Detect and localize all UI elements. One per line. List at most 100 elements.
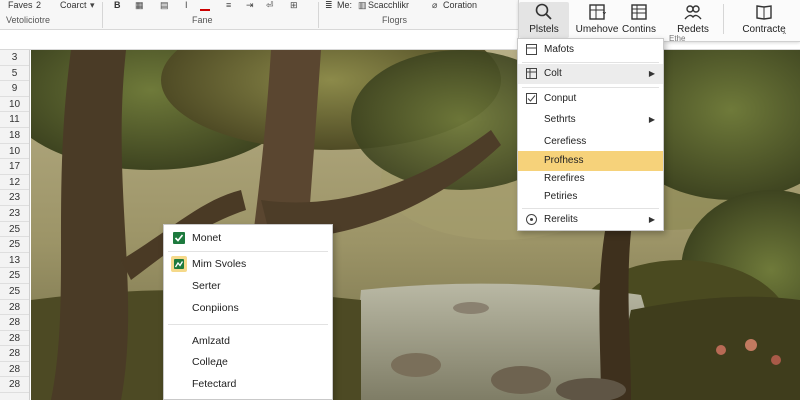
panel-separator	[723, 4, 724, 34]
book-icon	[756, 5, 772, 20]
menu-item-amlzatd[interactable]: Amlzatd	[164, 331, 332, 351]
row-number[interactable]: 3	[0, 50, 29, 66]
ribbon-separator	[102, 2, 103, 28]
button-label: Contins	[622, 24, 656, 35]
ribbon-coration-label[interactable]: Coration	[443, 0, 477, 10]
row-number[interactable]: 23	[0, 190, 29, 206]
row-number[interactable]: 28	[0, 346, 29, 362]
menu-separator	[168, 251, 328, 252]
ribbon-group-label: Fane	[192, 15, 213, 25]
menu-item-sethrts[interactable]: Sethrts ▶	[518, 110, 663, 130]
chart-green-icon	[171, 256, 187, 272]
menu-item-petiries[interactable]: Petiries	[518, 187, 663, 207]
menu-item-cerefiess[interactable]: Cerefiess	[518, 132, 663, 152]
table-grid-icon	[631, 4, 647, 20]
landscape-painting[interactable]	[31, 50, 800, 400]
contins-button[interactable]: Contins	[611, 2, 667, 35]
table-grid-icon	[526, 68, 537, 79]
row-number[interactable]: 28	[0, 300, 29, 316]
menu-item-label: Sethrts	[544, 114, 576, 125]
ribbon-format-label[interactable]: Coarct	[60, 0, 87, 10]
menu-item-monet[interactable]: Monet	[164, 228, 332, 248]
menu-separator	[522, 87, 659, 88]
row-number[interactable]: 10	[0, 144, 29, 160]
row-number[interactable]: 9	[0, 81, 29, 97]
menu-item-label: Rerefires	[544, 173, 585, 184]
row-number[interactable]: 28	[0, 331, 29, 347]
menu-item-mafots[interactable]: Mafots	[518, 40, 663, 60]
menu-item-colleде[interactable]: Colleде	[164, 352, 332, 372]
link-icon[interactable]: ⌀	[432, 0, 437, 11]
ribbon-font-label[interactable]: Faves	[8, 0, 33, 10]
menu-separator	[168, 324, 328, 325]
menu-item-label: Profhess	[544, 155, 584, 166]
row-number[interactable]: 25	[0, 268, 29, 284]
menu-item-label: Cerefiess	[544, 136, 587, 147]
menu-item-label: Conput	[544, 93, 577, 104]
menu-item-rerelits[interactable]: Rerelits ▶	[518, 210, 663, 230]
menu-item-label: Rerelits	[544, 214, 578, 225]
grid-icon[interactable]: ▦	[135, 0, 144, 11]
wrap-icon[interactable]: ⏎	[266, 0, 274, 11]
number-icon[interactable]: ≣	[325, 0, 333, 11]
chevron-right-icon: ▶	[648, 215, 655, 224]
border-icon[interactable]: ▤	[160, 0, 169, 11]
style-icon[interactable]: ▥	[358, 0, 367, 11]
row-number[interactable]: 18	[0, 128, 29, 144]
right-context-menu: Mafots Colt ▶ Conput Sethrts ▶ Cerefiess…	[517, 38, 664, 231]
row-number[interactable]: 13	[0, 253, 29, 269]
ribbon-group-label: Vetoliciotre	[6, 15, 51, 25]
left-context-menu: Monet Mim Svoles Serter Conpiions Amlzat…	[163, 224, 333, 400]
menu-item-label: Serter	[192, 280, 221, 292]
menu-item-label: Petiries	[544, 191, 578, 202]
bold-button[interactable]: B	[114, 0, 121, 10]
row-number[interactable]: 17	[0, 159, 29, 175]
row-number[interactable]: 28	[0, 362, 29, 378]
ribbon-size-label[interactable]: 2	[36, 0, 41, 10]
menu-item-fetectard[interactable]: Fetectard	[164, 374, 332, 394]
row-number[interactable]: 25	[0, 237, 29, 253]
menu-item-label: Fetectard	[192, 378, 237, 390]
row-number[interactable]: 5	[0, 66, 29, 82]
italic-icon[interactable]: I	[185, 0, 188, 10]
row-number[interactable]: 28	[0, 377, 29, 394]
row-number[interactable]: 28	[0, 315, 29, 331]
row-number[interactable]: 11	[0, 112, 29, 128]
menu-separator	[522, 208, 659, 209]
menu-item-label: Monet	[192, 232, 222, 244]
ribbon-group-label: Flogrs	[382, 15, 408, 25]
font-color-bar	[200, 9, 210, 11]
row-number[interactable]: 10	[0, 97, 29, 113]
menu-item-conpiions[interactable]: Conpiions	[164, 298, 332, 318]
menu-separator	[522, 62, 659, 63]
chevron-down-icon[interactable]: ⌄	[601, 7, 608, 16]
row-number[interactable]: 23	[0, 206, 29, 222]
menu-item-conput[interactable]: Conput	[518, 89, 663, 109]
indent-icon[interactable]: ⇥	[246, 0, 254, 11]
dialog-launcher-icon[interactable]: ⌃	[781, 31, 788, 40]
redets-button[interactable]: Redets	[663, 2, 723, 35]
users-icon	[684, 5, 702, 20]
row-number[interactable]: 12	[0, 175, 29, 191]
ribbon-scan-label[interactable]: Scacchlikr	[368, 0, 409, 10]
check-green-icon	[171, 230, 187, 246]
menu-item-label: Amlzatd	[192, 335, 230, 347]
ribbon-me-label[interactable]: Me:	[337, 0, 352, 10]
align-icon[interactable]: ≡	[226, 0, 231, 10]
help-circle-icon	[526, 214, 537, 225]
menu-item-profhess[interactable]: Profhess	[518, 151, 663, 171]
menu-item-label: Mim Svoles	[192, 258, 247, 270]
row-number[interactable]: 25	[0, 222, 29, 238]
group-label: Ethe	[669, 34, 686, 43]
merge-icon[interactable]: ⊞	[290, 0, 298, 11]
table-icon	[526, 44, 537, 55]
row-number[interactable]: 25	[0, 284, 29, 300]
ribbon-panel: Plstels Umehove ⌄ Contins Redets Contrac…	[518, 0, 800, 43]
menu-item-rerefires[interactable]: Rerefires	[518, 169, 663, 189]
ribbon-separator	[318, 2, 319, 28]
plstels-button[interactable]: Plstels	[519, 2, 569, 38]
menu-item-serter[interactable]: Serter	[164, 276, 332, 296]
menu-item-mim-svoles[interactable]: Mim Svoles	[164, 254, 332, 274]
expand-icon[interactable]: ▾	[90, 0, 95, 11]
menu-item-colt[interactable]: Colt ▶	[518, 64, 663, 84]
